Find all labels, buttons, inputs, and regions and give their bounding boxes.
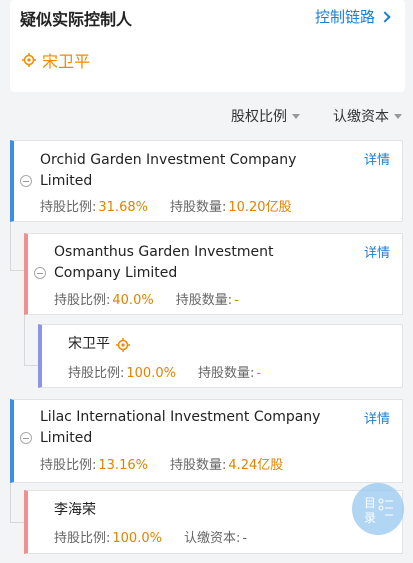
detail-link[interactable]: 详情 bbox=[364, 242, 390, 261]
collapse-icon[interactable] bbox=[34, 267, 46, 279]
shareholding-stats: 持股比例: 13.16% 持股数量: 4.24亿股 bbox=[40, 458, 284, 473]
share-quantity-value: - bbox=[234, 293, 239, 308]
shareholder-card[interactable]: Lilac International Investment Company L… bbox=[10, 399, 403, 483]
controller-name: 宋卫平 bbox=[42, 52, 91, 71]
share-ratio-value: 100.0% bbox=[126, 366, 176, 381]
shareholder-name: Orchid Garden Investment Company Limited bbox=[40, 152, 297, 189]
sort-filters: 股权比例 认缴资本 bbox=[0, 106, 413, 128]
share-ratio-value: 40.0% bbox=[112, 293, 154, 308]
subscribed-capital-value: - bbox=[242, 531, 248, 546]
section-title: 疑似实际控制人 bbox=[20, 10, 133, 29]
detail-link[interactable]: 详情 bbox=[364, 149, 390, 168]
shareholder-card[interactable]: Orchid Garden Investment Company Limited… bbox=[10, 140, 403, 222]
share-ratio-value: 100.0% bbox=[112, 531, 162, 546]
tree-connector bbox=[10, 522, 24, 523]
tree-connector bbox=[24, 365, 38, 366]
shareholder-name: 李海荣 bbox=[54, 502, 96, 518]
shareholder-card[interactable]: Osmanthus Garden Investment Company Limi… bbox=[24, 233, 403, 315]
share-quantity-value: 4.24亿股 bbox=[228, 458, 284, 473]
share-quantity-value: - bbox=[256, 366, 262, 381]
shareholder-name: Lilac International Investment Company L… bbox=[40, 409, 321, 446]
target-icon bbox=[116, 337, 130, 352]
shareholder-name: 宋卫平 bbox=[68, 334, 130, 355]
shareholding-stats: 持股比例: 31.68% 持股数量: 10.20亿股 bbox=[40, 200, 292, 215]
shareholding-stats: 持股比例: 100.0% 持股数量: - bbox=[68, 366, 262, 381]
tree-connector bbox=[24, 315, 25, 365]
tree-connector bbox=[10, 222, 11, 270]
chevron-right-icon bbox=[379, 11, 391, 23]
share-quantity-value: 10.20亿股 bbox=[228, 200, 292, 215]
shareholder-card[interactable]: 宋卫平 持股比例: 100.0% 持股数量: - bbox=[38, 324, 403, 388]
control-chain-label: 控制链路 bbox=[314, 8, 375, 26]
share-ratio-value: 13.16% bbox=[98, 458, 148, 473]
page: 疑似实际控制人 控制链路 宋卫平 股权比例 认缴资本 Orchid Garden… bbox=[0, 0, 413, 563]
detail-link[interactable]: 详情 bbox=[364, 408, 390, 427]
shareholding-stats: 持股比例: 40.0% 持股数量: - bbox=[54, 293, 239, 308]
control-chain-link[interactable]: 控制链路 bbox=[314, 6, 391, 27]
equity-ratio-filter[interactable]: 股权比例 bbox=[231, 106, 300, 126]
target-icon bbox=[22, 53, 36, 67]
caret-down-icon bbox=[292, 113, 300, 119]
tree-connector bbox=[10, 483, 11, 523]
subscribed-capital-filter[interactable]: 认缴资本 bbox=[333, 106, 402, 126]
shareholder-card[interactable]: 李海荣 持股比例: 100.0% 认缴资本: - bbox=[24, 490, 403, 554]
list-icon bbox=[378, 498, 393, 516]
table-of-contents-button[interactable]: 目 录 bbox=[352, 483, 404, 535]
suspected-controller-card: 疑似实际控制人 控制链路 宋卫平 bbox=[10, 0, 405, 92]
collapse-icon[interactable] bbox=[20, 175, 32, 187]
collapse-icon[interactable] bbox=[20, 432, 32, 444]
controller-person[interactable]: 宋卫平 bbox=[22, 48, 90, 72]
caret-down-icon bbox=[394, 113, 402, 119]
shareholder-name: Osmanthus Garden Investment Company Limi… bbox=[54, 244, 274, 281]
subscribed-capital-label: 认缴资本 bbox=[333, 109, 389, 125]
equity-ratio-label: 股权比例 bbox=[231, 109, 287, 125]
share-ratio-value: 31.68% bbox=[98, 200, 148, 215]
shareholding-stats: 持股比例: 100.0% 认缴资本: - bbox=[54, 531, 248, 546]
tree-connector bbox=[10, 270, 24, 271]
